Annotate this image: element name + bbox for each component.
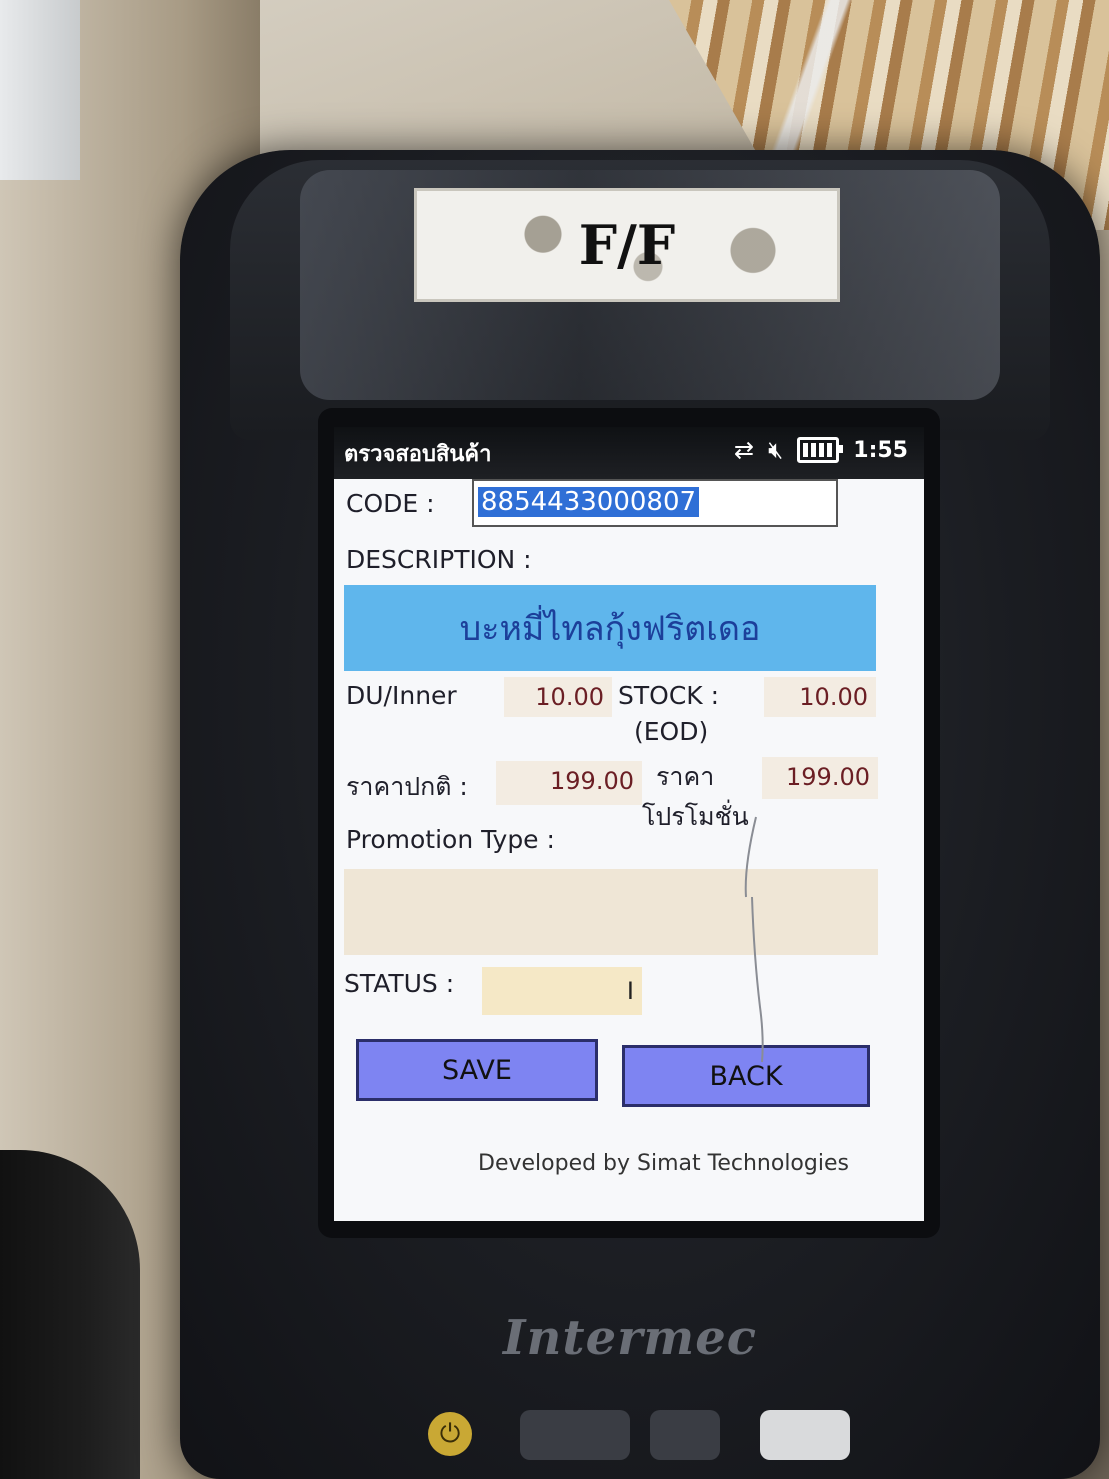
normal-price-label: ราคาปกติ : [346,772,468,801]
save-button[interactable]: SAVE [356,1039,598,1101]
battery-icon[interactable] [797,437,844,463]
promotion-type-field [344,869,878,955]
app-title: ตรวจสอบสินค้า [344,441,492,467]
du-inner-label: DU/Inner [346,681,457,710]
back-button[interactable]: BACK [622,1045,870,1107]
status-icons: ⇄ 🔇︎ 1:55 [734,435,908,465]
code-input[interactable]: 8854433000807 [472,479,838,527]
description-field: บะหมี่ไทลกุ้งฟริตเดอ [344,585,876,671]
code-label: CODE : [346,489,435,518]
promo-price-label: ราคา [656,762,715,791]
promotion-type-label: Promotion Type : [346,825,555,854]
stock-value: 10.00 [764,677,876,717]
hardware-key-center[interactable] [650,1410,720,1460]
code-value[interactable]: 8854433000807 [478,487,700,517]
status-value: I [482,967,642,1015]
device-label: F/F [414,188,840,302]
store-fridge [0,0,80,180]
brand-logo: Intermec [503,1310,757,1366]
promo-price-label-2: โปรโมชั่น [642,802,749,831]
stock-label: STOCK : [618,681,720,710]
title-bar: ตรวจสอบสินค้า ⇄ 🔇︎ 1:55 [334,427,924,479]
du-inner-value: 10.00 [504,677,612,717]
hardware-key-left[interactable] [520,1410,630,1460]
status-label: STATUS : [344,969,455,998]
stock-sub-label: (EOD) [634,717,709,746]
description-label: DESCRIPTION : [346,545,532,574]
clock[interactable]: 1:55 [853,438,908,463]
normal-price-value: 199.00 [496,761,642,805]
connection-icon[interactable]: ⇄ [734,435,754,465]
developer-credit: Developed by Simat Technologies [478,1151,849,1176]
promo-price-value: 199.00 [762,757,878,799]
hardware-key-right[interactable] [760,1410,850,1460]
power-button-icon[interactable]: ⏻ [428,1412,472,1456]
app-screen: ตรวจสอบสินค้า ⇄ 🔇︎ 1:55 CODE : 885443300… [334,427,924,1221]
speaker-muted-icon[interactable]: 🔇︎ [768,435,783,465]
